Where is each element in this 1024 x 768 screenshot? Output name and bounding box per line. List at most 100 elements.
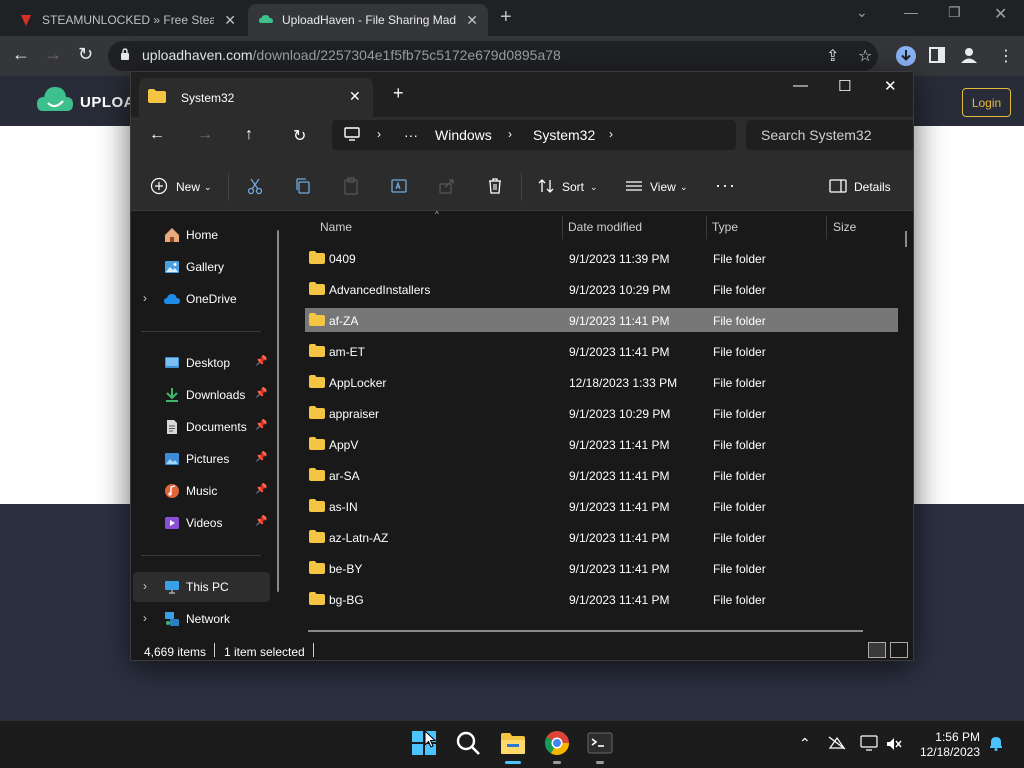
table-row[interactable]: ar-SA 9/1/2023 11:41 PM File folder <box>305 463 898 487</box>
expand-chevron-icon[interactable]: › <box>143 579 147 593</box>
table-row[interactable]: appraiser 9/1/2023 10:29 PM File folder <box>305 401 898 425</box>
column-header-size[interactable]: Size <box>833 220 856 234</box>
close-tab-icon[interactable]: ✕ <box>466 12 478 29</box>
url-text[interactable]: uploadhaven.com/download/2257304e1f5fb75… <box>142 47 561 63</box>
nav-item-home[interactable]: Home <box>133 220 270 250</box>
nav-item-pictures[interactable]: Pictures 📌 <box>133 444 270 474</box>
table-row[interactable]: AppV 9/1/2023 11:41 PM File folder <box>305 432 898 456</box>
cut-icon[interactable] <box>246 177 264 195</box>
file-list-horizontal-scrollbar[interactable] <box>308 630 863 632</box>
details-button[interactable]: Details <box>854 180 891 194</box>
explorer-close-icon[interactable]: ✕ <box>884 77 897 95</box>
table-row[interactable]: af-ZA 9/1/2023 11:41 PM File folder <box>305 308 898 332</box>
nav-item-onedrive[interactable]: › OneDrive <box>133 284 270 314</box>
share-icon[interactable] <box>438 177 456 195</box>
explorer-minimize-icon[interactable]: — <box>793 77 808 94</box>
breadcrumb-chevron-icon[interactable]: › <box>377 127 381 141</box>
nav-item-downloads[interactable]: Downloads 📌 <box>133 380 270 410</box>
back-icon[interactable]: ← <box>12 44 30 65</box>
download-icon[interactable] <box>895 45 917 67</box>
file-list-vertical-scrollbar[interactable] <box>905 231 907 247</box>
new-button[interactable]: New <box>176 180 200 194</box>
large-icons-view-icon[interactable] <box>890 642 908 658</box>
nav-item-desktop[interactable]: Desktop 📌 <box>133 348 270 378</box>
notification-bell-icon[interactable] <box>988 735 1004 751</box>
terminal-icon[interactable] <box>586 729 614 757</box>
forward-icon[interactable]: → <box>44 44 62 65</box>
pin-icon[interactable]: 📌 <box>255 420 267 431</box>
explorer-new-tab-icon[interactable]: + <box>393 83 404 104</box>
restore-icon[interactable]: ❐ <box>948 4 961 21</box>
view-chevron-icon[interactable]: ⌄ <box>680 182 688 193</box>
sort-chevron-icon[interactable]: ⌄ <box>590 182 598 193</box>
explorer-forward-icon[interactable]: → <box>197 126 213 144</box>
expand-chevron-icon[interactable]: › <box>143 291 147 305</box>
breadcrumb-windows[interactable]: Windows <box>435 127 492 143</box>
explorer-refresh-icon[interactable]: ↻ <box>293 126 306 146</box>
column-header-name[interactable]: Name <box>320 220 352 234</box>
breadcrumb-system32[interactable]: System32 <box>533 127 595 143</box>
expand-chevron-icon[interactable]: › <box>143 611 147 625</box>
profile-icon[interactable] <box>960 46 978 64</box>
paste-icon[interactable] <box>342 177 360 195</box>
side-panel-icon[interactable] <box>929 47 945 63</box>
reload-icon[interactable]: ↻ <box>78 44 93 65</box>
share-icon[interactable]: ⇪ <box>826 46 839 66</box>
table-row[interactable]: 0409 9/1/2023 11:39 PM File folder <box>305 246 898 270</box>
chrome-icon[interactable] <box>543 729 571 757</box>
pin-icon[interactable]: 📌 <box>255 516 267 527</box>
nav-scrollbar[interactable] <box>277 230 279 592</box>
bookmark-star-icon[interactable]: ☆ <box>858 46 872 66</box>
nav-item-music[interactable]: Music 📌 <box>133 476 270 506</box>
nav-item-documents[interactable]: Documents 📌 <box>133 412 270 442</box>
network-disconnected-icon[interactable] <box>828 736 846 750</box>
table-row[interactable]: as-IN 9/1/2023 11:41 PM File folder <box>305 494 898 518</box>
details-pane-icon[interactable] <box>829 177 847 195</box>
login-button[interactable]: Login <box>962 88 1011 117</box>
table-row[interactable]: AppLocker 12/18/2023 1:33 PM File folder <box>305 370 898 394</box>
nav-item-gallery[interactable]: Gallery <box>133 252 270 282</box>
view-button[interactable]: View <box>650 180 676 194</box>
display-icon[interactable] <box>860 735 878 751</box>
breadcrumb-overflow-icon[interactable]: ··· <box>404 127 418 143</box>
new-chevron-icon[interactable]: ⌄ <box>204 182 212 193</box>
browser-tab-steamunlocked[interactable]: STEAMUNLOCKED » Free Steam G ✕ <box>8 4 246 36</box>
browser-tab-uploadhaven[interactable]: UploadHaven - File Sharing Made ✕ <box>248 4 488 36</box>
uploadhaven-logo-icon[interactable] <box>36 84 74 116</box>
table-row[interactable]: bg-BG 9/1/2023 11:41 PM File folder <box>305 587 898 611</box>
nav-item-videos[interactable]: Videos 📌 <box>133 508 270 538</box>
pin-icon[interactable]: 📌 <box>255 452 267 463</box>
nav-item-network[interactable]: › Network <box>133 604 270 634</box>
breadcrumb-chevron-icon[interactable]: › <box>508 127 512 141</box>
close-tab-icon[interactable]: ✕ <box>349 88 361 105</box>
table-row[interactable]: AdvancedInstallers 9/1/2023 10:29 PM File … <box>305 277 898 301</box>
table-row[interactable]: be-BY 9/1/2023 11:41 PM File folder <box>305 556 898 580</box>
pin-icon[interactable]: 📌 <box>255 388 267 399</box>
tab-search-chevron-icon[interactable]: ⌄ <box>856 4 868 21</box>
view-icon[interactable] <box>625 177 643 195</box>
volume-muted-icon[interactable] <box>886 737 902 751</box>
delete-icon[interactable] <box>486 177 504 195</box>
close-window-icon[interactable]: ✕ <box>994 4 1007 24</box>
more-options-icon[interactable]: ··· <box>715 175 736 196</box>
search-icon[interactable] <box>454 729 482 757</box>
lock-icon[interactable] <box>120 48 130 60</box>
new-tab-icon[interactable]: + <box>500 6 512 29</box>
column-separator[interactable] <box>706 215 707 239</box>
details-view-icon[interactable] <box>868 642 886 658</box>
column-header-type[interactable]: Type <box>712 220 738 234</box>
explorer-up-icon[interactable]: ↑ <box>245 126 253 144</box>
column-separator[interactable] <box>826 215 827 239</box>
minimize-icon[interactable]: — <box>904 4 918 20</box>
pin-icon[interactable]: 📌 <box>255 484 267 495</box>
system-clock[interactable]: 1:56 PM 12/18/2023 <box>916 730 980 760</box>
sort-button[interactable]: Sort <box>562 180 584 194</box>
close-tab-icon[interactable]: ✕ <box>224 12 236 29</box>
table-row[interactable]: az-Latn-AZ 9/1/2023 11:41 PM File folder <box>305 525 898 549</box>
breadcrumb-chevron-icon[interactable]: › <box>609 127 613 141</box>
table-row[interactable]: am-ET 9/1/2023 11:41 PM File folder <box>305 339 898 363</box>
show-hidden-icons-chevron-icon[interactable]: ⌃ <box>799 735 811 752</box>
chrome-menu-icon[interactable]: ⋮ <box>998 46 1014 66</box>
copy-icon[interactable] <box>294 177 312 195</box>
column-header-date-modified[interactable]: Date modified <box>568 220 642 234</box>
